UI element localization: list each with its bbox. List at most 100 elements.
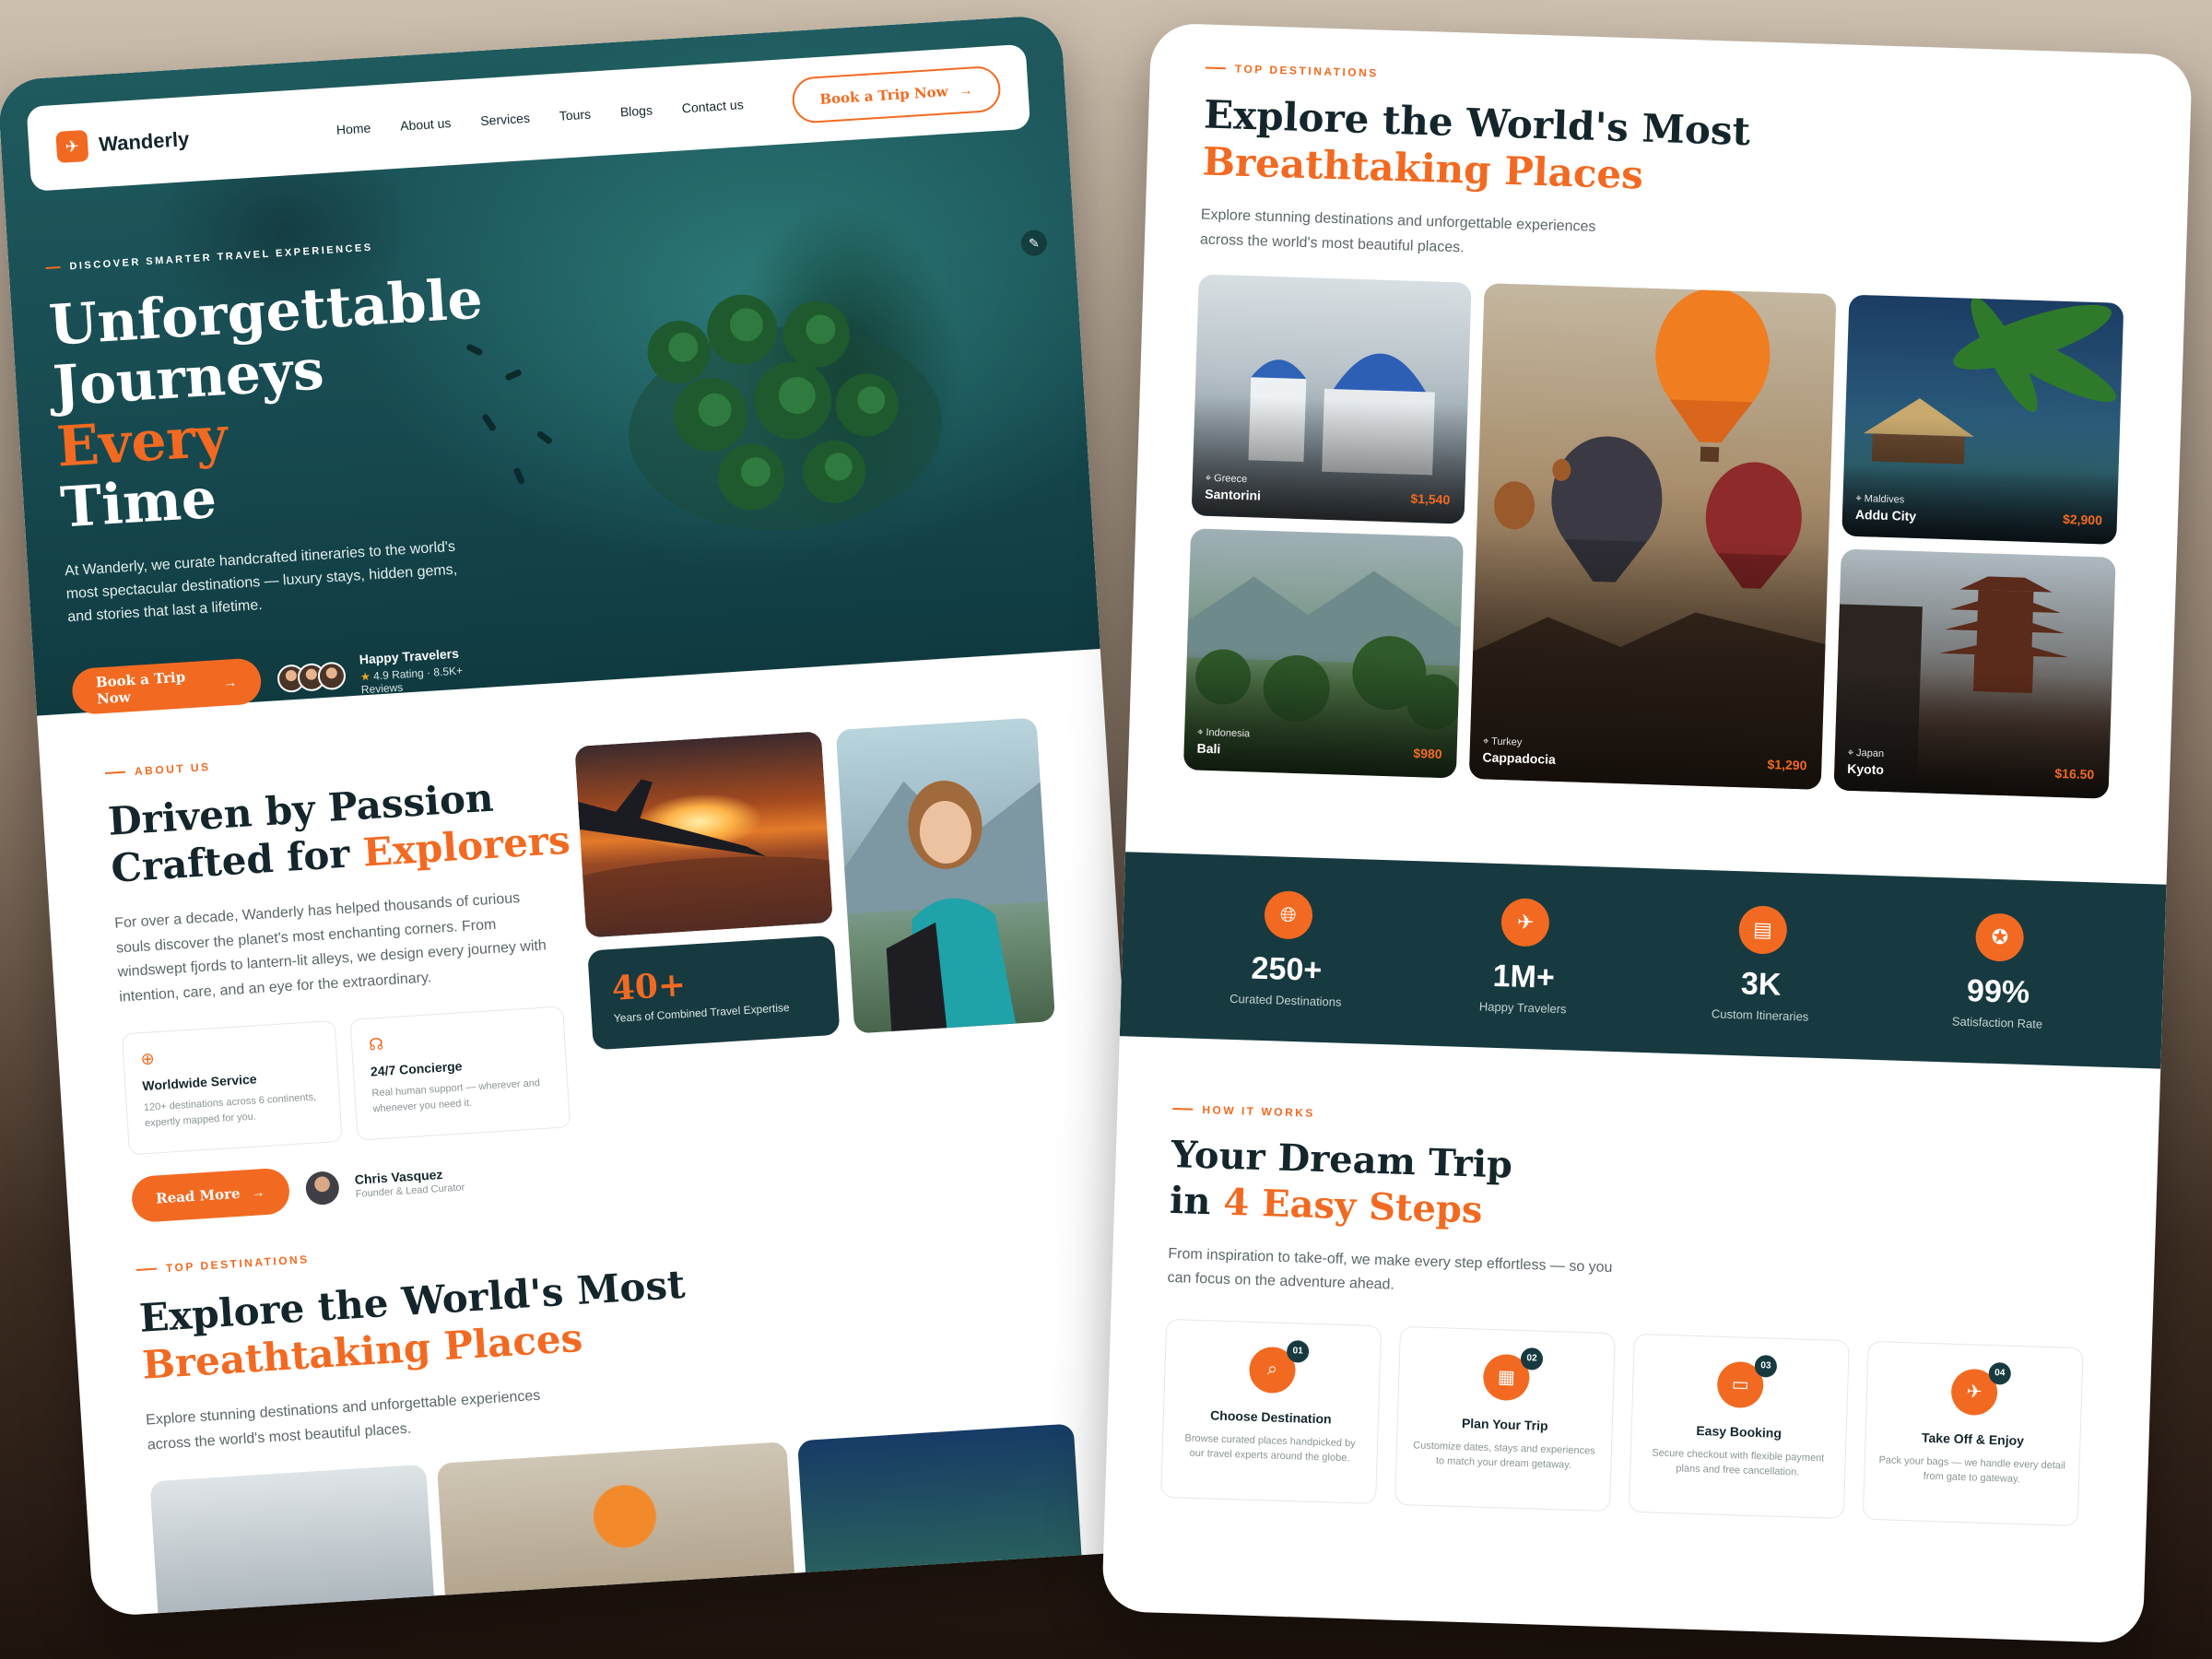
hero-description: At Wanderly, we curate handcrafted itine…	[64, 538, 458, 625]
nav-links: Home About us Services Tours Blogs Conta…	[335, 97, 744, 137]
hero-section: ✈ Wanderly Home About us Services Tours …	[0, 14, 1100, 716]
destinations-description: Explore stunning destinations and unforg…	[1199, 206, 1596, 256]
santorini-card-preview[interactable]	[149, 1464, 438, 1618]
card-price: $980	[1413, 746, 1442, 762]
nav-link-tours[interactable]: Tours	[559, 107, 591, 124]
founder-info: Chris Vasquez Founder & Lead Curator	[354, 1166, 465, 1200]
card-price: $1,540	[1410, 491, 1451, 508]
stat-value: 99%	[1966, 972, 2030, 1011]
location-pin-icon: ⌖	[1855, 493, 1862, 505]
how-title: Your Dream Trip in 4 Easy Steps	[1169, 1132, 2102, 1253]
step-number: 02	[1520, 1347, 1544, 1371]
globe-icon: 🌐︎	[1263, 890, 1313, 940]
how-title-line2: in	[1169, 1178, 1212, 1224]
destination-cards-preview	[149, 1423, 1096, 1618]
nav-link-blogs[interactable]: Blogs	[619, 102, 653, 119]
traveler-woman-photo	[835, 717, 1056, 1034]
hero-kicker: DISCOVER SMARTER TRAVEL EXPERIENCES	[45, 236, 469, 274]
feature-text: Real human support — wherever and whenev…	[371, 1077, 541, 1115]
destinations-description: Explore stunning destinations and unforg…	[145, 1388, 541, 1453]
airplane-sunset-photo	[574, 731, 833, 938]
plane-icon: ✈	[1500, 898, 1550, 947]
stat-item: ▤ 3K Custom Itineraries	[1667, 903, 1855, 1025]
stat-label: Curated Destinations	[1229, 991, 1342, 1009]
hot-air-balloons-illustration	[1468, 288, 1826, 791]
step-text: Pack your bags — we handle every detail …	[1878, 1454, 2066, 1486]
stat-label: Happy Travelers	[1478, 999, 1567, 1017]
traveler-illustration	[844, 780, 1048, 1032]
feature-card: ⊕ Worldwide Service 120+ destinations ac…	[121, 1019, 343, 1156]
plane-icon: ✈ 04	[1950, 1361, 2012, 1417]
nav-link-services[interactable]: Services	[480, 111, 531, 128]
destination-card-kyoto[interactable]: ⌖ Japan Kyoto $16.50	[1833, 548, 2116, 799]
headset-icon: ☊	[368, 1034, 384, 1054]
step-title: Take Off & Enjoy	[1921, 1430, 2025, 1448]
cappadocia-card-preview[interactable]	[436, 1441, 798, 1618]
plane-logo-icon: ✈	[55, 129, 89, 163]
stat-item: ✈ 1M+ Happy Travelers	[1430, 896, 1618, 1018]
card-info: ⌖ Maldives Addu City	[1855, 493, 1917, 524]
how-title-highlight: 4 Easy Steps	[1222, 1180, 1484, 1232]
step-title: Easy Booking	[1696, 1422, 1783, 1441]
location-pin-icon: ⌖	[1847, 747, 1854, 759]
card-info: ⌖ Turkey Cappadocia	[1482, 736, 1556, 767]
feature-title: 24/7 Concierge	[370, 1058, 463, 1079]
about-section: ABOUT US Driven by Passion Crafted for E…	[37, 649, 1135, 1267]
nav-link-contact[interactable]: Contact us	[681, 97, 744, 115]
hero-title: Unforgettable Journeys Every Time	[47, 266, 486, 541]
brand-logo[interactable]: ✈ Wanderly	[55, 124, 190, 163]
nav-book-trip-button[interactable]: Book a Trip Now →	[790, 65, 1002, 124]
star-icon: ★	[359, 670, 371, 684]
step-card: ▭ 03 Easy Booking Secure checkout with fl…	[1628, 1333, 1850, 1519]
how-it-works-section: HOW IT WORKS Your Dream Trip in 4 Easy S…	[1160, 1102, 2103, 1526]
edit-pencil-icon[interactable]: ✎	[1020, 229, 1048, 257]
card-price: $16.50	[2054, 766, 2095, 782]
hero-content: DISCOVER SMARTER TRAVEL EXPERIENCES Unfo…	[45, 236, 497, 716]
stat-item: 🌐︎ 250+ Curated Destinations	[1194, 888, 1382, 1010]
maldives-card-preview[interactable]	[797, 1423, 1086, 1618]
arrow-right-icon: →	[250, 1183, 265, 1201]
arrow-right-icon: →	[958, 82, 973, 99]
nav-link-about[interactable]: About us	[400, 115, 452, 133]
destination-card-cappadocia[interactable]: ⌖ Turkey Cappadocia $1,290	[1468, 283, 1837, 791]
calendar-icon: ▦ 02	[1482, 1347, 1544, 1402]
destinations-title: Explore the World's Most Breathtaking Pl…	[1202, 91, 2136, 215]
card-country: ⌖ Indonesia	[1197, 727, 1250, 741]
destinations-section-preview: TOP DESTINATIONS Explore the World's Mos…	[72, 1201, 1158, 1618]
location-pin-icon: ⌖	[1205, 473, 1212, 485]
how-description: From inspiration to take-off, we make ev…	[1167, 1245, 1613, 1294]
step-card: ⌕ 01 Choose Destination Browse curated pl…	[1160, 1318, 1382, 1504]
step-text: Browse curated places handpicked by our …	[1184, 1432, 1356, 1465]
feature-text: 120+ destinations across 6 continents, e…	[143, 1091, 317, 1129]
step-number: 01	[1286, 1339, 1310, 1363]
step-number: 03	[1754, 1354, 1778, 1378]
landing-page-mockup-right: TOP DESTINATIONS Explore the World's Mos…	[1101, 22, 2193, 1644]
card-country: ⌖ Japan	[1848, 747, 1885, 760]
read-more-button[interactable]: Read More →	[130, 1167, 290, 1224]
destination-grid: ⌖ Greece Santorini $1,540 ⌖ Indonesia Ba…	[1182, 274, 2130, 810]
card-price: $2,900	[2062, 512, 2103, 528]
plane-wing-illustration	[574, 779, 833, 935]
nav-link-home[interactable]: Home	[335, 121, 371, 137]
avatar	[304, 1171, 340, 1206]
card-city: Cappadocia	[1482, 749, 1557, 768]
destination-card-santorini[interactable]: ⌖ Greece Santorini $1,540	[1191, 274, 1472, 524]
hero-title-line3: Time	[58, 465, 218, 541]
destination-card-bali[interactable]: ⌖ Indonesia Bali $980	[1182, 528, 1464, 779]
card-city: Bali	[1196, 740, 1221, 757]
location-pin-icon: ⌖	[1482, 735, 1489, 747]
card-city: Addu City	[1854, 507, 1917, 524]
country-name: Indonesia	[1206, 727, 1251, 740]
hero-book-trip-label: Book a Trip Now	[95, 668, 186, 708]
feature-card: ☊ 24/7 Concierge Real human support — wh…	[349, 1006, 571, 1141]
expertise-card: 40+ Years of Combined Travel Expertise	[587, 935, 841, 1051]
award-icon: ✪	[1975, 912, 2025, 962]
destination-card-addu-city[interactable]: ⌖ Maldives Addu City $2,900	[1841, 294, 2124, 546]
clipboard-icon: ▤	[1737, 905, 1788, 955]
about-title: Driven by Passion Crafted for Explorers	[107, 768, 591, 892]
arrow-right-icon: →	[222, 674, 238, 691]
country-name: Japan	[1855, 747, 1885, 760]
steps-row: ⌕ 01 Choose Destination Browse curated pl…	[1160, 1318, 2097, 1527]
step-card: ▦ 02 Plan Your Trip Customize dates, stay…	[1394, 1325, 1616, 1512]
step-text: Customize dates, stays and experiences t…	[1413, 1440, 1595, 1472]
